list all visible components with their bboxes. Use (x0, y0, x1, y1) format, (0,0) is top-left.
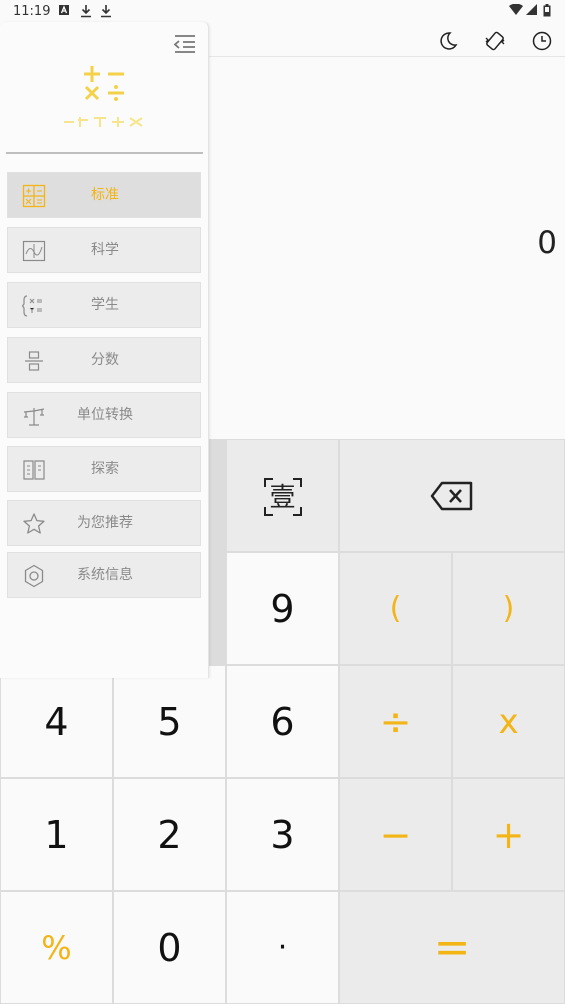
scale-icon (23, 408, 45, 426)
menu-item-fraction[interactable]: 分数 (7, 337, 201, 383)
menu-item-label: 探索 (91, 461, 119, 477)
theme-moon-button[interactable] (435, 28, 461, 54)
key-3[interactable]: 3 (226, 778, 339, 891)
menu-item-scientific[interactable]: 科学 (7, 227, 201, 273)
app-logo-wordmark (62, 114, 146, 128)
menu-item-standard[interactable]: 标准 (7, 172, 201, 218)
key-decimal[interactable]: · (226, 891, 339, 1004)
wifi-icon (509, 3, 523, 19)
menu-item-label: 分数 (91, 352, 119, 368)
navigation-drawer: 标准 科学 学生 分数 单位转换 探索 为您推荐 系统信息 (0, 22, 209, 678)
menu-item-unit-conversion[interactable]: 单位转换 (7, 392, 201, 438)
drawer-collapse-button[interactable] (173, 34, 199, 54)
status-time: 11:19 (13, 4, 51, 19)
clock-icon (532, 31, 552, 51)
menu-item-label: 单位转换 (77, 407, 133, 423)
battery-icon (543, 4, 551, 20)
backspace-icon (430, 481, 473, 510)
menu-item-recommended[interactable]: 为您推荐 (7, 500, 201, 546)
key-percent[interactable]: % (0, 891, 113, 1004)
key-6[interactable]: 6 (226, 665, 339, 778)
fraction-icon (25, 351, 43, 371)
settings-icon (24, 564, 44, 588)
menu-item-explore[interactable]: 探索 (7, 446, 201, 492)
key-left-paren[interactable]: ( (339, 552, 452, 665)
key-divide[interactable]: ÷ (339, 665, 452, 778)
key-1[interactable]: 1 (0, 778, 113, 891)
equation-icon (22, 295, 42, 317)
star-icon (23, 513, 45, 534)
key-9[interactable]: 9 (226, 552, 339, 665)
key-5[interactable]: 5 (113, 665, 226, 778)
vibration-button[interactable] (482, 28, 508, 54)
key-0[interactable]: 0 (113, 891, 226, 1004)
key-right-paren[interactable]: ) (452, 552, 565, 665)
menu-item-system-info[interactable]: 系统信息 (7, 552, 201, 598)
menu-collapse-icon (173, 35, 195, 53)
notification-a-icon (58, 4, 70, 19)
app-logo (80, 60, 130, 106)
result-text: 0 (537, 225, 557, 261)
menu-item-label: 为您推荐 (77, 515, 133, 531)
moon-icon (440, 32, 458, 50)
status-bar: 11:19 (0, 0, 565, 24)
menu-item-student[interactable]: 学生 (7, 282, 201, 328)
key-minus[interactable]: − (339, 778, 452, 891)
vibrate-icon (485, 31, 505, 51)
key-plus[interactable]: + (452, 778, 565, 891)
key-multiply[interactable]: x (452, 665, 565, 778)
backspace-button[interactable] (339, 439, 565, 552)
key-4[interactable]: 4 (0, 665, 113, 778)
key-equals[interactable]: = (339, 891, 565, 1004)
scan-frame-icon (264, 478, 302, 516)
menu-item-label: 科学 (91, 242, 119, 258)
history-button[interactable] (529, 28, 555, 54)
ocr-scan-button[interactable]: 壹 (226, 439, 339, 552)
menu-item-label: 学生 (91, 297, 119, 313)
download-icon-2 (100, 4, 112, 21)
menu-item-label: 标准 (91, 187, 119, 203)
scientific-graph-icon (22, 240, 46, 262)
download-icon (80, 4, 92, 21)
calculator-grid-icon (22, 184, 46, 208)
book-icon (23, 460, 45, 480)
key-2[interactable]: 2 (113, 778, 226, 891)
drawer-divider (6, 152, 203, 154)
signal-icon (526, 4, 538, 19)
menu-item-label: 系统信息 (77, 567, 133, 583)
